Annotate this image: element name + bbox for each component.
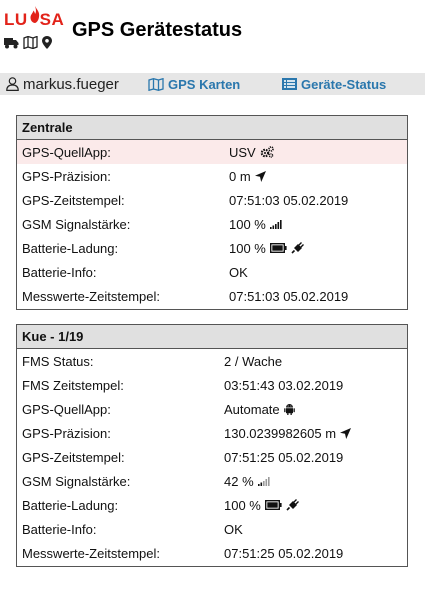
panel-title: Zentrale <box>17 116 407 140</box>
flame-icon <box>30 6 40 23</box>
map-marker-icon <box>42 36 52 49</box>
device-panel-kue: Kue - 1/19 FMS Status: 2 / Wache FMS Zei… <box>16 324 408 567</box>
row-gps-quellapp: GPS-QuellApp: USV <box>17 140 407 164</box>
row-value: 07:51:25 05.02.2019 <box>224 449 344 465</box>
row-fms-status: FMS Status: 2 / Wache <box>17 349 407 373</box>
row-messwerte-zeitstempel: Messwerte-Zeitstempel: 07:51:03 05.02.20… <box>17 284 407 309</box>
row-batterie-ladung: Batterie-Ladung: 100 % <box>17 236 407 260</box>
row-gps-praezision: GPS-Präzision: 0 m <box>17 164 407 188</box>
row-gsm-signal: GSM Signalstärke: 42 % <box>17 469 407 493</box>
row-value: USV <box>229 144 256 160</box>
row-label: GPS-Zeitstempel: <box>22 449 125 465</box>
nav-geraete-status-label: Geräte-Status <box>301 76 387 92</box>
battery-full-icon <box>264 500 282 510</box>
battery-full-icon <box>269 243 287 253</box>
signal-icon <box>269 220 282 229</box>
plug-icon <box>286 499 299 511</box>
row-value: OK <box>229 264 248 280</box>
row-fms-zeitstempel: FMS Zeitstempel: 03:51:43 03.02.2019 <box>17 373 407 397</box>
row-value: 2 / Wache <box>224 353 283 369</box>
row-label: FMS Status: <box>22 353 94 369</box>
row-gps-praezision: GPS-Präzision: 130.0239982605 m <box>17 421 407 445</box>
row-label: Batterie-Info: <box>22 521 97 537</box>
row-label: Batterie-Ladung: <box>22 497 119 513</box>
user-menu[interactable]: markus.fueger <box>6 76 119 93</box>
plug-icon <box>291 242 304 254</box>
location-arrow-icon <box>340 427 352 439</box>
row-label: GPS-Präzision: <box>22 425 111 441</box>
row-batterie-ladung: Batterie-Ladung: 100 % <box>17 493 407 517</box>
navbar: markus.fueger GPS Karten Geräte-Status <box>0 73 425 95</box>
row-value: 07:51:03 05.02.2019 <box>229 192 349 208</box>
row-batterie-info: Batterie-Info: OK <box>17 517 407 541</box>
row-value: 0 m <box>229 168 251 184</box>
row-value: 03:51:43 03.02.2019 <box>224 377 344 393</box>
page-title: GPS Gerätestatus <box>72 19 243 41</box>
row-label: GSM Signalstärke: <box>22 473 131 489</box>
row-label: GPS-QuellApp: <box>22 144 111 160</box>
row-label: GPS-QuellApp: <box>22 401 111 417</box>
row-value: 130.0239982605 m <box>224 425 337 441</box>
row-value: 07:51:03 05.02.2019 <box>229 289 349 304</box>
cogs-icon <box>260 146 274 158</box>
row-batterie-info: Batterie-Info: OK <box>17 260 407 284</box>
row-label: FMS Zeitstempel: <box>22 377 124 393</box>
row-label: GSM Signalstärke: <box>22 216 131 232</box>
row-value: 100 % <box>224 497 261 513</box>
row-label: GPS-Präzision: <box>22 168 111 184</box>
nav-gps-karten-label: GPS Karten <box>168 76 241 92</box>
user-icon <box>6 77 19 91</box>
row-label: Batterie-Ladung: <box>22 240 119 256</box>
row-label: GPS-Zeitstempel: <box>22 192 125 208</box>
row-value: 42 % <box>224 473 254 489</box>
row-gps-zeitstempel: GPS-Zeitstempel: 07:51:25 05.02.2019 <box>17 445 407 469</box>
panel-title: Kue - 1/19 <box>17 325 407 349</box>
truck-icon <box>4 37 19 48</box>
row-gsm-signal: GSM Signalstärke: 100 % <box>17 212 407 236</box>
row-gps-zeitstempel: GPS-Zeitstempel: 07:51:03 05.02.2019 <box>17 188 407 212</box>
row-messwerte-zeitstempel: Messwerte-Zeitstempel: 07:51:25 05.02.20… <box>17 541 407 566</box>
map-icon <box>23 36 38 49</box>
row-value: 100 % <box>229 216 266 232</box>
row-value: OK <box>224 521 243 537</box>
row-value: 100 % <box>229 240 266 256</box>
android-icon <box>283 404 295 415</box>
list-icon <box>282 78 297 90</box>
signal-icon <box>257 477 270 486</box>
device-panel-zentrale: Zentrale GPS-QuellApp: USV GPS-Präzision… <box>16 115 408 310</box>
username: markus.fueger <box>23 75 119 93</box>
nav-geraete-status[interactable]: Geräte-Status <box>282 77 386 92</box>
row-label: Messwerte-Zeitstempel: <box>22 546 160 561</box>
row-label: Messwerte-Zeitstempel: <box>22 289 160 304</box>
lusa-logo: LU SA <box>4 6 66 56</box>
row-gps-quellapp: GPS-QuellApp: Automate <box>17 397 407 421</box>
location-arrow-icon <box>254 170 266 182</box>
map-icon <box>148 77 164 91</box>
row-value: Automate <box>224 401 280 417</box>
row-value: 07:51:25 05.02.2019 <box>224 546 344 561</box>
nav-gps-karten[interactable]: GPS Karten <box>148 77 240 92</box>
row-label: Batterie-Info: <box>22 264 97 280</box>
